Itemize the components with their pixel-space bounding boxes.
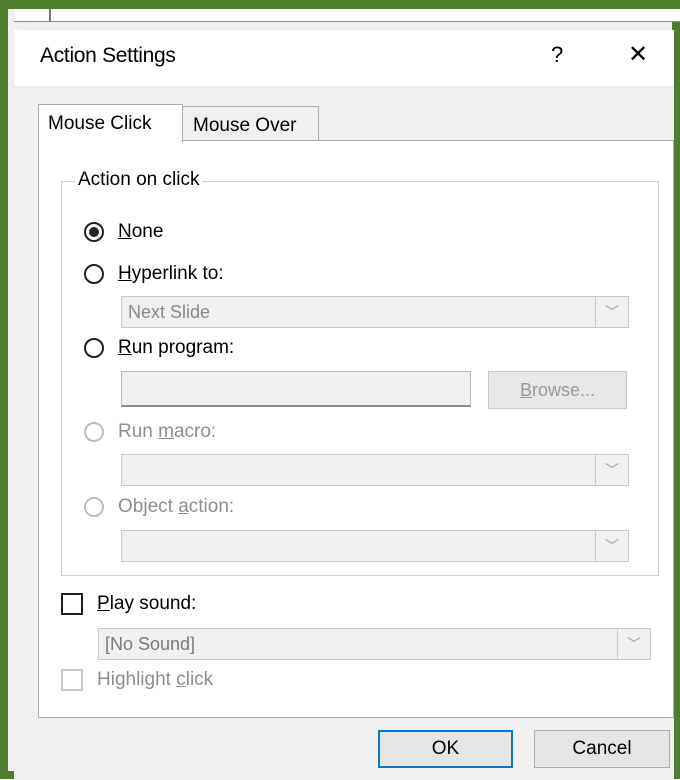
dialog-title: Action Settings xyxy=(40,44,176,67)
chevron-down-icon[interactable]: ﹀ xyxy=(595,455,628,485)
radio-row-hyperlink[interactable]: Hyperlink to: xyxy=(84,263,224,285)
dialog-titlebar: Action Settings ? ✕ xyxy=(14,30,674,86)
play-sound-checkbox[interactable] xyxy=(61,593,83,615)
play-sound-row[interactable]: Play sound: xyxy=(61,593,196,615)
group-legend: Action on click xyxy=(75,169,203,191)
highlight-click-row[interactable]: Highlight click xyxy=(61,669,213,691)
radio-run-macro-label: Run macro: xyxy=(118,421,217,442)
radio-row-object-action[interactable]: Object action: xyxy=(84,496,234,518)
radio-row-run-program[interactable]: Run program: xyxy=(84,337,234,359)
radio-object-action[interactable] xyxy=(84,497,104,517)
radio-run-macro[interactable] xyxy=(84,422,104,442)
screenshot-frame: Action Settings ? ✕ Mouse Click Mouse Ov… xyxy=(0,0,680,780)
close-icon[interactable]: ✕ xyxy=(628,40,648,69)
tab-mouse-over[interactable]: Mouse Over xyxy=(182,106,319,141)
radio-none-label: None xyxy=(118,221,164,242)
help-icon[interactable]: ? xyxy=(551,42,563,68)
radio-hyperlink-label: Hyperlink to: xyxy=(118,263,224,284)
highlight-click-label: Highlight click xyxy=(97,669,214,690)
run-macro-combo[interactable]: ﹀ xyxy=(121,454,629,486)
object-action-combo[interactable]: ﹀ xyxy=(121,530,629,562)
radio-row-run-macro[interactable]: Run macro: xyxy=(84,421,216,443)
run-program-input[interactable] xyxy=(121,371,471,407)
highlight-click-checkbox[interactable] xyxy=(61,669,83,691)
tab-panel-mouse-click: Action on click None Hyperlink to: Next … xyxy=(38,140,674,718)
background-window-edge xyxy=(14,9,680,22)
tab-mouse-click[interactable]: Mouse Click xyxy=(38,104,183,142)
radio-run-program[interactable] xyxy=(84,338,104,358)
chevron-down-icon[interactable]: ﹀ xyxy=(595,531,628,561)
radio-row-none[interactable]: None xyxy=(84,221,163,243)
chevron-down-icon[interactable]: ﹀ xyxy=(617,629,650,659)
radio-run-program-label: Run program: xyxy=(118,337,235,358)
radio-hyperlink[interactable] xyxy=(84,264,104,284)
ok-button[interactable]: OK xyxy=(378,730,513,768)
play-sound-label: Play sound: xyxy=(97,593,197,614)
browse-button[interactable]: Browse... xyxy=(488,371,627,409)
radio-none[interactable] xyxy=(84,222,104,242)
hyperlink-combo-value: Next Slide xyxy=(128,302,211,322)
cancel-button[interactable]: Cancel xyxy=(534,730,670,768)
hyperlink-combo[interactable]: Next Slide ﹀ xyxy=(121,296,629,328)
dialog-body: Mouse Click Mouse Over Action on click N… xyxy=(14,86,674,780)
sound-combo[interactable]: [No Sound] ﹀ xyxy=(98,628,651,660)
radio-object-action-label: Object action: xyxy=(118,496,235,517)
sound-combo-value: [No Sound] xyxy=(105,634,196,654)
chevron-down-icon[interactable]: ﹀ xyxy=(595,297,628,327)
action-on-click-group: Action on click None Hyperlink to: Next … xyxy=(61,169,659,576)
